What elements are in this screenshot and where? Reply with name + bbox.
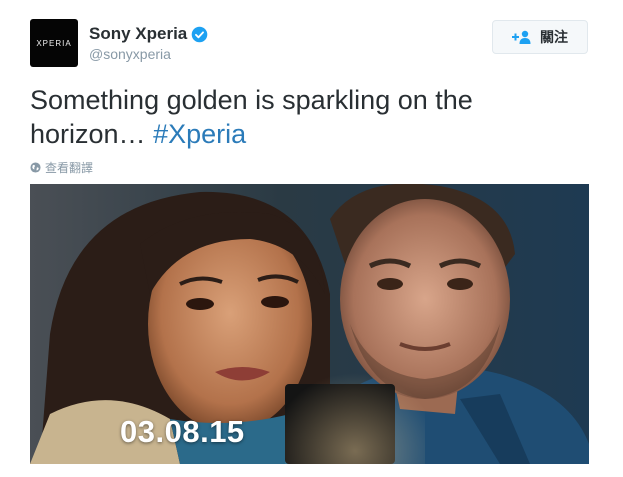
tweet-photo[interactable]: 03.08.15 — [30, 184, 589, 464]
profile-avatar[interactable]: XPERIA — [30, 19, 78, 67]
photo-illustration — [30, 184, 589, 464]
follow-button[interactable]: 關注 — [492, 20, 588, 54]
profile-name-row[interactable]: Sony Xperia — [89, 24, 208, 44]
translate-link[interactable]: 查看翻譯 — [30, 159, 93, 176]
photo-date-overlay: 03.08.15 — [120, 414, 245, 449]
tweet-text: Something golden is sparkling on the hor… — [30, 83, 590, 151]
follow-button-label: 關注 — [540, 29, 568, 45]
display-name[interactable]: Sony Xperia — [89, 24, 187, 44]
profile-handle[interactable]: @sonyxperia — [89, 46, 171, 62]
verified-badge-icon — [191, 26, 208, 42]
tweet-body: Something golden is sparkling on the hor… — [30, 85, 473, 149]
hashtag-link[interactable]: #Xperia — [153, 119, 246, 149]
add-user-icon — [512, 30, 531, 44]
globe-icon — [30, 162, 41, 173]
avatar-logo-text: XPERIA — [36, 38, 72, 48]
translate-label: 查看翻譯 — [45, 161, 94, 175]
